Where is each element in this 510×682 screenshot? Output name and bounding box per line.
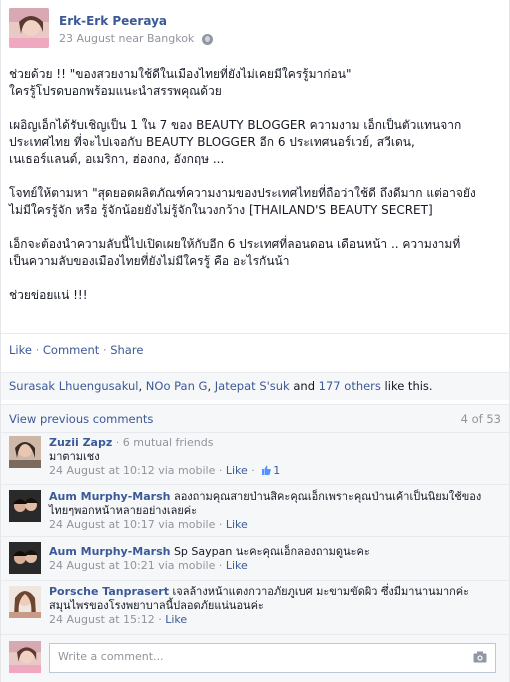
commenter-avatar[interactable]: [9, 490, 41, 522]
separator: ·: [31, 343, 43, 357]
comment-like-count[interactable]: 1: [273, 464, 280, 477]
post-paragraph: ช่วยด้วย !! "ของสวยงามใช้ดีในเมืองไทยที่…: [9, 67, 352, 98]
post-meta: 23 August near Bangkok: [59, 31, 214, 47]
commenter-name[interactable]: Zuzii Zapz: [49, 436, 112, 449]
commenter-name[interactable]: Porsche Tanprasert: [49, 585, 169, 598]
like-link[interactable]: Like: [9, 343, 32, 357]
commenter-avatar[interactable]: [9, 436, 41, 468]
comment-count: 4 of 53: [460, 412, 501, 426]
comment-time[interactable]: 24 August at 10:21 via mobile: [49, 559, 215, 572]
post-paragraph: เอ็กจะต้องนำความลับนี้ไปเปิดเผยให้กับอีก…: [9, 237, 461, 268]
write-comment-placeholder: Write a comment...: [58, 650, 164, 663]
liker-name[interactable]: NOo Pan G: [146, 379, 208, 393]
comment-link[interactable]: Comment: [43, 343, 99, 357]
comment-like-link[interactable]: Like: [165, 613, 187, 626]
camera-icon[interactable]: [473, 651, 487, 663]
commenter-avatar[interactable]: [9, 542, 41, 574]
author-avatar[interactable]: [9, 8, 49, 48]
share-link[interactable]: Share: [110, 343, 143, 357]
liker-name[interactable]: Jatepat S'suk: [215, 379, 290, 393]
write-comment-input[interactable]: Write a comment...: [49, 643, 496, 673]
liker-name[interactable]: Surasak Lhuengusakul: [9, 379, 138, 393]
thumbs-up-icon: [262, 465, 272, 475]
post-actions: Like · Comment · Share: [1, 333, 509, 365]
post-timestamp-location[interactable]: 23 August near Bangkok: [59, 31, 194, 47]
comment-time[interactable]: 24 August at 15:12: [49, 613, 155, 626]
comment-like-link[interactable]: Like: [226, 559, 248, 572]
comment-item: Zuzii Zapz · 6 mutual friends มาตามเชง 2…: [1, 432, 509, 484]
comment-text: มาตามเชง: [49, 450, 100, 463]
comment-text: Sp Saypan นะคะคุณเอ็กลองถามดูนะคะ: [173, 545, 370, 558]
write-comment-bar: Write a comment...: [1, 634, 509, 682]
post-body: ช่วยด้วย !! "ของสวยงามใช้ดีในเมืองไทยที่…: [9, 66, 503, 321]
view-previous-bar: View previous comments 4 of 53: [1, 404, 509, 432]
separator: ·: [99, 343, 111, 357]
comment-item: Aum Murphy-Marsh ลองถามคุณสายป่านสิคะคุณ…: [1, 484, 509, 536]
commenter-name[interactable]: Aum Murphy-Marsh: [49, 490, 170, 503]
post-paragraph: เผอิญเอ็กได้รับเชิญเป็น 1 ใน 7 ของ BEAUT…: [9, 118, 462, 166]
post-paragraph: ช่วยข่อยแน่ !!!: [9, 288, 88, 302]
others-link[interactable]: 177 others: [319, 379, 381, 393]
comment-like-link[interactable]: Like: [226, 518, 248, 531]
comment-time[interactable]: 24 August at 10:17 via mobile: [49, 518, 215, 531]
facebook-post: Erk-Erk Peeraya 23 August near Bangkok ช…: [0, 0, 510, 682]
comment-item: Aum Murphy-Marsh Sp Saypan นะคะคุณเอ็กลอ…: [1, 536, 509, 580]
current-user-avatar: [9, 641, 41, 673]
comment-item: Porsche Tanprasert เจลล้างหน้าแตงกวาอภัย…: [1, 580, 509, 634]
comment-like-link[interactable]: Like: [226, 464, 248, 477]
mutual-friends: · 6 mutual friends: [112, 436, 214, 449]
comment-time[interactable]: 24 August at 10:12 via mobile: [49, 464, 215, 477]
commenter-avatar[interactable]: [9, 586, 41, 618]
likes-summary: Surasak Lhuengusakul, NOo Pan G, Jatepat…: [1, 372, 509, 400]
commenter-name[interactable]: Aum Murphy-Marsh: [49, 545, 170, 558]
view-previous-comments-link[interactable]: View previous comments: [9, 412, 153, 426]
globe-icon[interactable]: [202, 33, 214, 45]
post-header: Erk-Erk Peeraya 23 August near Bangkok: [9, 8, 214, 50]
author-name[interactable]: Erk-Erk Peeraya: [59, 13, 213, 29]
post-paragraph: โจทย์ให้ตามหา "สุดยอดผลิตภัณฑ์ความงามของ…: [9, 186, 476, 217]
